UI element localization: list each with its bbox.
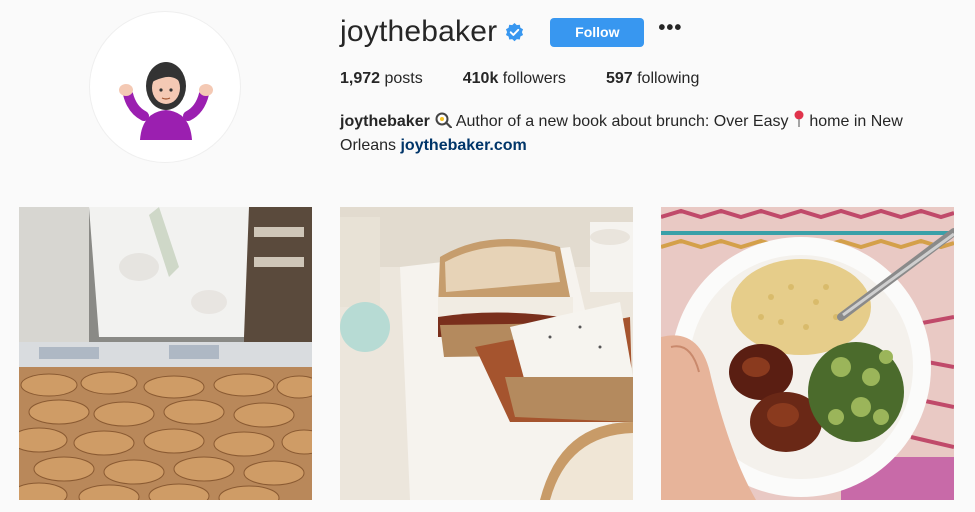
verified-badge-icon [505,22,524,42]
frying-pan-egg-icon [434,112,456,130]
following-stat[interactable]: 597 following [606,70,699,88]
profile-bio: joythebaker Author of a new book about b… [340,110,940,158]
post-image-sandwich [340,207,633,500]
posts-count: 1,972 [340,70,381,87]
shrugging-woman-emoji-icon [119,62,213,140]
bio-text-main: Author of a new book about brunch: Over … [455,113,793,130]
profile-stats: 1,972 posts 410k followers 597 following [340,70,739,88]
following-label: following [637,70,700,87]
post-tile-bowl[interactable] [661,207,954,500]
posts-grid [19,207,975,500]
post-tile-sandwich[interactable] [340,207,633,500]
followers-count: 410k [462,70,499,87]
bio-website-link[interactable]: joythebaker.com [400,137,526,154]
post-image-bowl [661,207,954,500]
bio-name: joythebaker [340,113,430,130]
profile-username: joythebaker [340,15,498,48]
followers-stat[interactable]: 410k followers [463,70,566,88]
follow-button[interactable]: Follow [550,17,645,47]
following-count: 597 [605,70,633,87]
profile-header: joythebaker Follow ••• [340,12,682,52]
followers-label: followers [502,70,566,87]
posts-stat: 1,972 posts [340,70,423,88]
post-tile-cannoli[interactable] [19,207,312,500]
post-image-cannoli [19,207,312,500]
more-options-icon[interactable]: ••• [658,18,682,46]
profile-avatar[interactable] [89,11,241,163]
posts-label: posts [384,70,423,87]
pushpin-icon [793,110,809,130]
